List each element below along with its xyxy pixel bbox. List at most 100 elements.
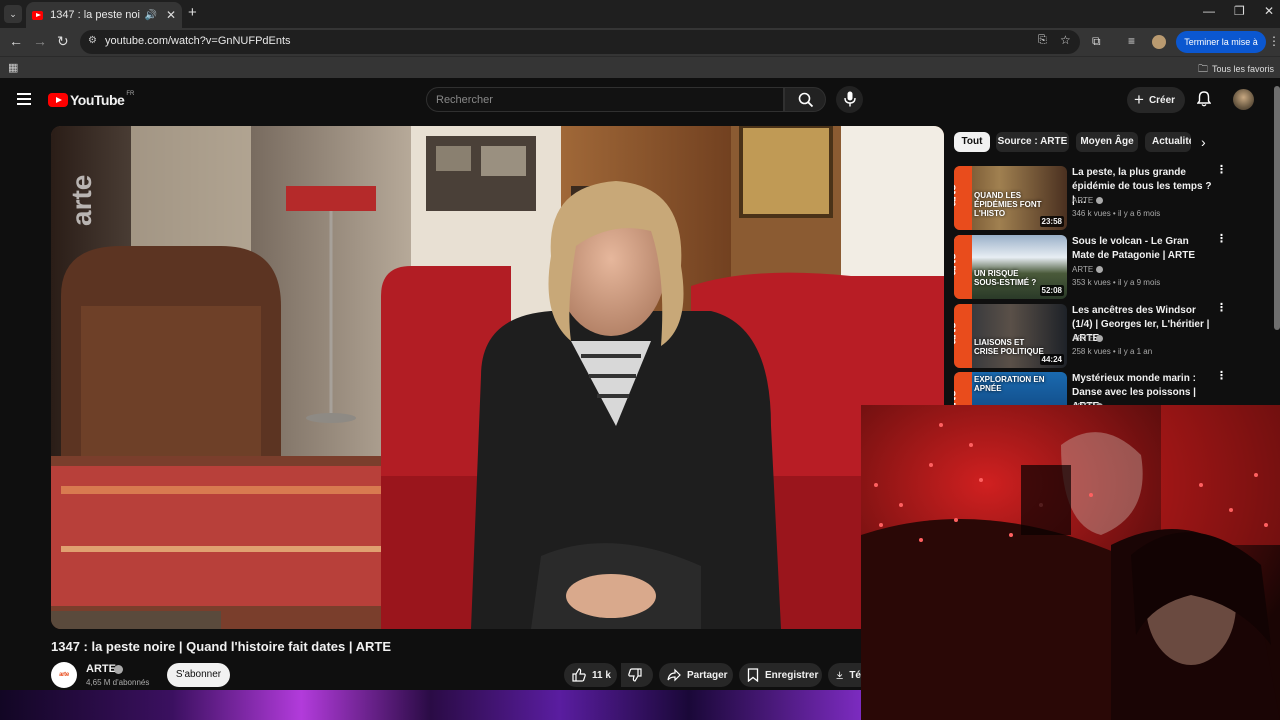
update-button[interactable]: Terminer la mise à jour [1176,31,1266,69]
more-actions-icon[interactable]: ⋮ [1216,234,1227,245]
download-icon [836,671,843,679]
folder-icon: 🗀 [1197,64,1208,75]
recommendation-meta: 346 k vues • il y a 6 mois [1072,209,1161,218]
search-icon [798,92,814,108]
verified-badge-icon [1096,197,1104,204]
install-app-icon[interactable]: ⎘ [1038,34,1047,47]
thumbnail-caption: EXPLORATION EN APNÉE [974,375,1045,393]
subscriber-count: 4,65 M d'abonnés [86,678,150,687]
notifications-button[interactable] [1196,91,1212,112]
recommendation-meta: 353 k vues • il y a 9 mois [1072,278,1161,287]
profile-avatar[interactable] [1152,35,1166,49]
next-content-thumbnail [0,690,861,720]
reading-list-icon[interactable]: ≡ [1128,34,1135,48]
new-tab-button[interactable]: + [188,4,197,21]
logo-text: YouTube [70,92,125,108]
forward-icon[interactable]: → [33,33,47,49]
country-code: FR [126,91,135,97]
like-button[interactable]: 11 k [564,663,617,687]
chip-source-arte[interactable]: Source : ARTE [996,132,1069,152]
thumbnail-caption: QUAND LES ÉPIDÉMIES FONT L'HISTO [974,191,1042,218]
save-button[interactable]: Enregistrer [739,663,822,687]
youtube-favicon-icon [32,10,44,20]
recommendation-meta: 258 k vues • il y a 1 an [1072,347,1153,356]
dislike-button[interactable] [621,663,653,687]
thumbs-up-icon [572,668,586,682]
speaker-icon[interactable]: 🔊 [144,10,156,21]
download-button[interactable]: Té [828,663,861,687]
more-actions-icon[interactable]: ⋮ [1216,165,1227,176]
video-thumbnail[interactable]: arte UN RISQUE SOUS-ESTIMÉ ? 52:08 [954,235,1067,299]
recommendation-item[interactable]: arte QUAND LES ÉPIDÉMIES FONT L'HISTO 23… [954,165,1254,230]
more-actions-icon[interactable]: ⋮ [1216,371,1227,382]
search-button[interactable] [784,87,826,112]
browser-toolbar: ← → ↻ ⚙ youtube.com/watch?v=GnNUFPdEnts … [0,28,1280,69]
bookmark-star-icon[interactable]: ☆ [1060,33,1071,47]
chip-actualites[interactable]: Actualités [1145,132,1191,152]
maximize-icon[interactable]: ❐ [1234,4,1245,18]
minimize-icon[interactable]: — [1203,4,1215,18]
tab-list-button[interactable]: ⌄ [4,5,22,23]
create-label: Créer [1148,94,1176,106]
site-info-icon[interactable]: ⚙ [88,35,97,46]
plus-icon: + [1134,90,1144,109]
share-label: Partager [687,669,728,681]
recommendation-item[interactable]: arte LIAISONS ET CRISE POLITIQUE 44:24 L… [954,303,1254,368]
close-tab-icon[interactable]: ✕ [166,8,176,22]
video-player[interactable]: arte [51,126,944,629]
bookmark-icon [747,668,759,682]
user-avatar[interactable] [1233,89,1254,110]
video-duration: 44:24 [1039,354,1064,365]
more-menu-icon[interactable]: ⋮ [1268,34,1280,48]
youtube-header: YouTube FR + Créer [0,80,1280,120]
extensions-icon[interactable]: ⧉ [1092,34,1101,49]
create-button[interactable]: + Créer [1127,87,1185,113]
search-input[interactable] [427,88,783,111]
share-button[interactable]: Partager [659,663,733,687]
close-window-icon[interactable]: ✕ [1264,4,1274,18]
page-scrollbar[interactable] [1274,86,1280,330]
save-label: Enregistrer [765,669,819,681]
back-icon[interactable]: ← [9,33,23,49]
video-title: 1347 : la peste noire | Quand l'histoire… [51,639,392,654]
all-bookmarks-label: Tous les favoris [1211,64,1274,74]
chip-moyen-age[interactable]: Moyen Âge [1076,132,1138,152]
browser-tab[interactable]: 1347 : la peste noire | Quand l'histoire… [26,2,182,28]
recommendation-title[interactable]: Sous le volcan - Le Gran Mate de Patagon… [1072,235,1212,263]
reload-icon[interactable]: ↻ [57,33,69,50]
apps-grid-icon[interactable]: ▦ [8,61,18,74]
bookmarks-bar: ▦ 🗀 Tous les favoris [0,56,1280,78]
chevron-right-icon[interactable]: › [1201,134,1206,150]
video-thumbnail[interactable]: arte LIAISONS ET CRISE POLITIQUE 44:24 [954,304,1067,368]
video-frame: arte [51,126,944,629]
voice-search-button[interactable] [836,86,863,113]
youtube-logo[interactable]: YouTube FR [48,91,135,108]
recommendation-channel: ARTE [1072,265,1104,274]
url-text: youtube.com/watch?v=GnNUFPdEnts [105,35,291,47]
video-thumbnail[interactable]: arte QUAND LES ÉPIDÉMIES FONT L'HISTO 23… [954,166,1067,230]
hamburger-menu-icon[interactable] [17,93,31,105]
webcam-overlay [861,405,1280,720]
channel-avatar[interactable]: arte [51,662,77,688]
like-count: 11 k [592,669,611,681]
thumbnail-caption: UN RISQUE SOUS-ESTIMÉ ? [974,269,1037,287]
more-actions-icon[interactable]: ⋮ [1216,303,1227,314]
subscribe-button[interactable]: S'abonner [167,663,230,687]
search-box [426,87,784,112]
recommendation-item[interactable]: arte UN RISQUE SOUS-ESTIMÉ ? 52:08 Sous … [954,234,1254,299]
thumbnail-caption: LIAISONS ET CRISE POLITIQUE [974,338,1044,356]
download-label: Té [849,669,861,681]
browser-tab-bar: ⌄ 1347 : la peste noire | Quand l'histoi… [0,0,1280,28]
video-duration: 23:58 [1039,216,1064,227]
address-bar[interactable]: ⚙ youtube.com/watch?v=GnNUFPdEnts ⎘ ☆ [80,30,1080,54]
video-duration: 52:08 [1039,285,1064,296]
youtube-play-icon [48,93,68,107]
all-bookmarks-button[interactable]: 🗀 Tous les favoris [1198,62,1274,79]
verified-badge-icon [1096,266,1104,273]
chip-all[interactable]: Tout [954,132,990,152]
verified-badge-icon [1096,335,1104,342]
channel-name[interactable]: ARTE [86,663,116,675]
arte-logo: arte [954,235,972,299]
arte-logo: arte [954,304,972,368]
arte-watermark: arte [66,175,97,226]
